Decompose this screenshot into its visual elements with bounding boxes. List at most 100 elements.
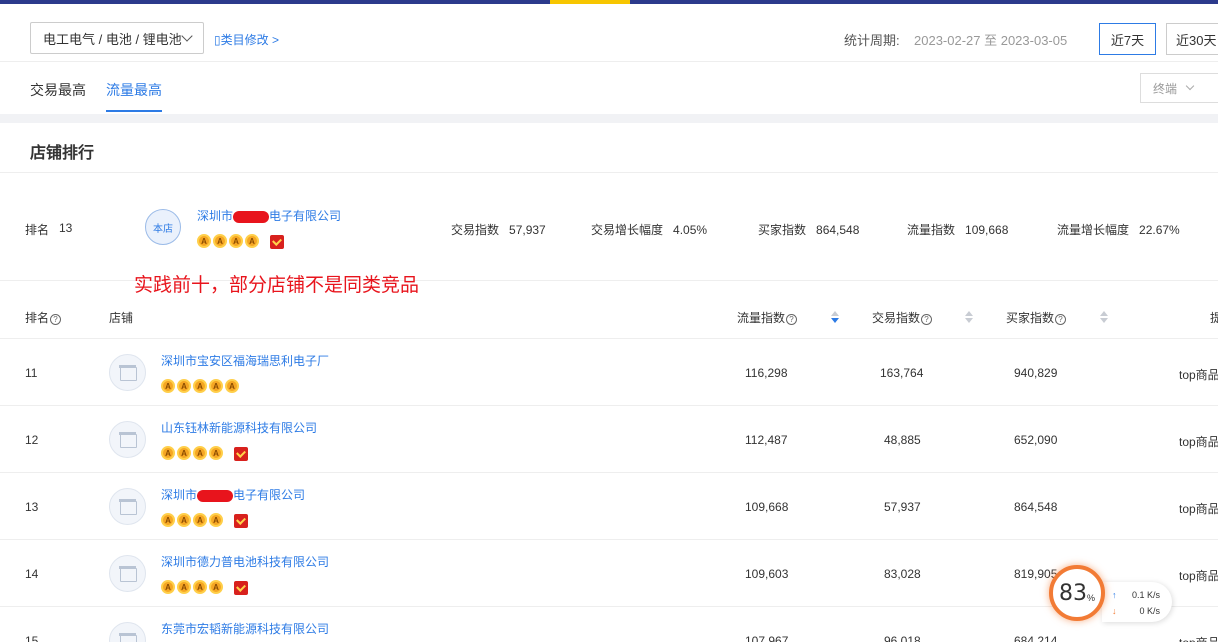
my-rank-value: 13 xyxy=(59,221,73,235)
tab-top-trade[interactable]: 交易最高 xyxy=(30,80,86,100)
terminal-select-value: 终端 xyxy=(1153,81,1178,96)
row-top-products-link[interactable]: top商品 xyxy=(1179,366,1218,383)
metric-value: 22.67% xyxy=(1139,223,1180,237)
chevron-down-icon xyxy=(181,30,193,42)
period-label: 统计周期: xyxy=(844,33,900,48)
table-row: 14 深圳市德力普电池科技有限公司 AAAA 109,603 83,028 81… xyxy=(0,540,1218,607)
metric-value: 57,937 xyxy=(509,223,546,237)
metric-trade-growth: 交易增长幅度 4.05% xyxy=(591,221,707,238)
header-buyer-index[interactable]: 买家指数? xyxy=(1006,309,1067,326)
row-rank: 11 xyxy=(25,366,38,380)
metric-flow-index: 流量指数 109,668 xyxy=(907,221,1008,238)
help-icon[interactable]: ? xyxy=(1055,314,1067,325)
category-edit-link[interactable]: ▯类目修改 > xyxy=(214,31,279,48)
crown-icon: A xyxy=(161,446,175,460)
red-annotation-text: 实践前十，部分店铺不是同类竞品 xyxy=(134,274,420,296)
terminal-select[interactable]: 终端 xyxy=(1140,73,1218,103)
network-speed-panel: ↑ 0.1 K/s ↓ 0 K/s xyxy=(1102,582,1172,622)
row-buyer-index: 684,214 xyxy=(1014,634,1058,642)
row-buyer-index: 819,905 xyxy=(1014,567,1058,581)
metric-buyer-index: 买家指数 864,548 xyxy=(758,221,859,238)
metric-value: 864,548 xyxy=(816,223,860,237)
crown-icon: A xyxy=(209,580,223,594)
range-7-days-button[interactable]: 近7天 xyxy=(1099,23,1156,55)
shop-logo-icon xyxy=(109,488,146,525)
row-top-products-link[interactable]: top商品 xyxy=(1179,567,1218,584)
table-row: 12 山东钰林新能源科技有限公司 AAAA 112,487 48,885 652… xyxy=(0,406,1218,473)
row-top-products-link[interactable]: top商品 xyxy=(1179,634,1218,642)
help-icon[interactable]: ? xyxy=(50,314,62,325)
tmall-badge-icon xyxy=(234,447,248,461)
my-shop-summary: 排名 13 本店 深圳市 电子有限公司 A A A A 交易指数 57,937 交易… xyxy=(0,196,1218,256)
category-select[interactable]: 电工电气 / 电池 / 锂电池 xyxy=(30,22,204,54)
crown-icon: A xyxy=(193,379,207,393)
crown-rating: AAAA xyxy=(161,513,223,527)
header-rank[interactable]: 排名? xyxy=(25,309,62,326)
metric-value: 4.05% xyxy=(673,223,708,237)
header-flow-index[interactable]: 流量指数? xyxy=(737,309,798,326)
crown-icon: A xyxy=(177,513,191,527)
crown-icon: A xyxy=(209,513,223,527)
row-shop-name-prefix: 深圳市 xyxy=(161,488,198,502)
header-trade-index[interactable]: 交易指数? xyxy=(872,309,933,326)
row-shop-name[interactable]: 深圳市宝安区福海瑞思利电子厂 xyxy=(161,352,329,369)
tmall-badge-icon xyxy=(234,581,248,595)
row-shop-name-suffix: 电子有限公司 xyxy=(233,488,306,502)
period-value: 2023-02-27 至 2023-03-05 xyxy=(914,33,1068,48)
active-tab-indicator xyxy=(106,110,162,112)
row-flow-index: 116,298 xyxy=(745,366,788,380)
help-icon[interactable]: ? xyxy=(786,314,798,325)
table-row: 13 深圳市 电子有限公司 AAAA 109,668 57,937 864,548… xyxy=(0,473,1218,540)
row-flow-index: 109,603 xyxy=(745,567,789,581)
crown-icon: A xyxy=(193,446,207,460)
metric-label: 交易增长幅度 xyxy=(591,223,664,237)
metric-trade-index: 交易指数 57,937 xyxy=(451,221,546,238)
tab-top-traffic[interactable]: 流量最高 xyxy=(106,80,162,100)
row-shop-name[interactable]: 深圳市 电子有限公司 xyxy=(161,486,305,503)
sort-buyer-icon[interactable] xyxy=(1100,311,1108,323)
speed-ball-widget[interactable]: 83% xyxy=(1049,565,1105,621)
row-shop-name[interactable]: 山东钰林新能源科技有限公司 xyxy=(161,419,317,436)
divider xyxy=(0,172,1218,173)
crown-icon: A xyxy=(177,580,191,594)
row-flow-index: 112,487 xyxy=(745,433,788,447)
header-trade-label: 交易指数 xyxy=(872,311,921,325)
my-shop-name[interactable]: 深圳市 电子有限公司 xyxy=(197,207,341,224)
row-top-products-link[interactable]: top商品 xyxy=(1179,433,1218,450)
row-trade-index: 163,764 xyxy=(880,366,924,380)
table-row: 11 深圳市宝安区福海瑞思利电子厂 AAAAA 116,298 163,764 … xyxy=(0,339,1218,406)
crown-icon: A xyxy=(161,580,175,594)
crown-icon: A xyxy=(209,446,223,460)
header-rank-label: 排名 xyxy=(25,311,50,325)
crown-icon: A xyxy=(161,379,175,393)
metric-flow-growth: 流量增长幅度 22.67% xyxy=(1057,221,1180,238)
upload-speed: 0.1 K/s xyxy=(1131,590,1160,600)
row-rank: 15 xyxy=(25,634,39,642)
my-shop-name-prefix: 深圳市 xyxy=(197,209,234,223)
crown-rating: AAAA xyxy=(161,446,223,460)
help-icon[interactable]: ? xyxy=(921,314,933,325)
row-top-products-link[interactable]: top商品 xyxy=(1179,500,1218,517)
crown-icon: A xyxy=(161,513,175,527)
crown-rating: A A A A xyxy=(197,234,259,248)
row-buyer-index: 864,548 xyxy=(1014,500,1058,514)
my-shop-badge: 本店 xyxy=(145,209,181,245)
sort-trade-icon[interactable] xyxy=(965,311,973,323)
crown-icon: A xyxy=(177,379,191,393)
row-trade-index: 96,018 xyxy=(884,634,921,642)
row-trade-index: 57,937 xyxy=(884,500,921,514)
download-speed: 0 K/s xyxy=(1139,606,1160,616)
sort-flow-icon[interactable] xyxy=(831,311,839,323)
crown-icon: A xyxy=(193,513,207,527)
tmall-badge-icon xyxy=(270,235,284,249)
crown-icon: A xyxy=(229,234,243,248)
row-shop-name[interactable]: 深圳市德力普电池科技有限公司 xyxy=(161,553,329,570)
row-shop-name[interactable]: 东莞市宏韬新能源科技有限公司 xyxy=(161,620,329,637)
category-select-value: 电工电气 / 电池 / 锂电池 xyxy=(43,31,182,47)
metric-value: 109,668 xyxy=(965,223,1009,237)
upload-arrow-icon: ↑ xyxy=(1112,590,1117,600)
row-rank: 14 xyxy=(25,567,39,581)
row-trade-index: 48,885 xyxy=(884,433,921,447)
range-30-days-button[interactable]: 近30天 xyxy=(1166,23,1218,55)
filter-row: 电工电气 / 电池 / 锂电池 ▯类目修改 > 统计周期: 2023-02-27… xyxy=(0,4,1218,62)
